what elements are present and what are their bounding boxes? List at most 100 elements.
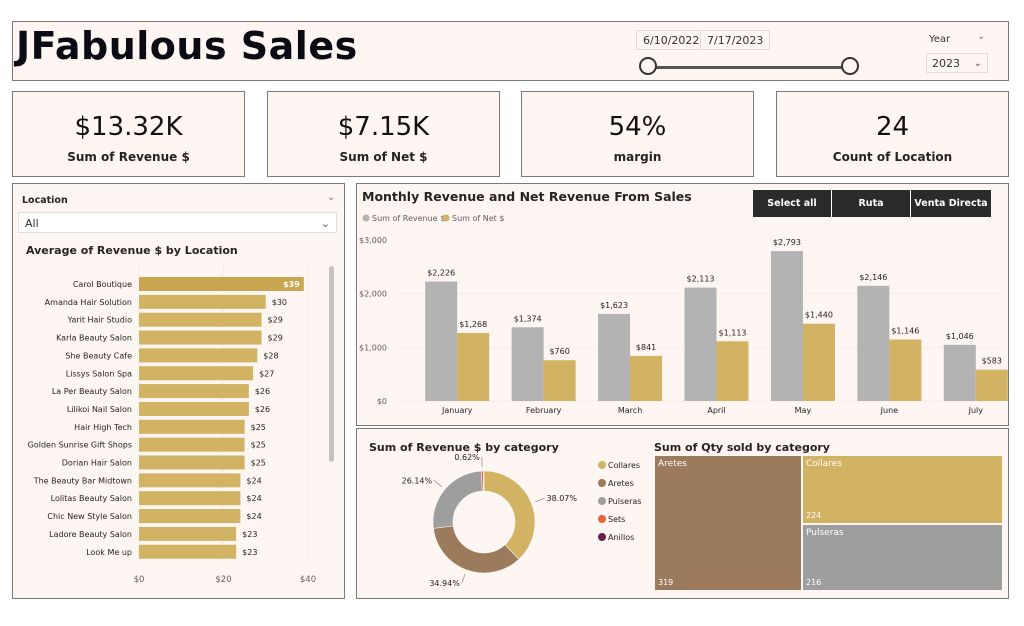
date-range-start-handle[interactable] — [639, 57, 657, 75]
bar — [139, 294, 266, 309]
data-label: $25 — [251, 441, 266, 450]
data-label: $2,226 — [427, 269, 455, 278]
bar — [139, 312, 262, 327]
bar — [543, 360, 576, 401]
category-label: Hair High Tech — [74, 423, 132, 432]
x-tick-label: $0 — [134, 575, 145, 585]
treemap-category-label: Collares — [806, 459, 843, 469]
treemap-value-label: 224 — [806, 511, 822, 520]
x-tick-label: $40 — [300, 575, 316, 585]
qty-treemap: Aretes 319 Collares 224 Pulseras 216 — [655, 456, 1002, 590]
bar — [139, 473, 241, 488]
donut-slice — [482, 470, 485, 492]
page-title: JFabulous Sales — [16, 24, 358, 68]
kpi-card-margin: 54% margin — [521, 91, 754, 177]
data-label-leader — [535, 497, 545, 503]
data-label: $23 — [242, 548, 257, 557]
bar — [630, 355, 663, 401]
date-range-end-handle[interactable] — [841, 57, 859, 75]
legend-marker — [442, 214, 450, 222]
legend-label: Sum of Net $ — [452, 214, 504, 223]
chevron-down-icon: ⌄ — [973, 58, 982, 69]
kpi-label: Sum of Revenue $ — [67, 150, 190, 164]
data-label: 26.14% — [402, 476, 433, 485]
location-dropdown-value: All — [25, 217, 39, 230]
data-label: $1,374 — [514, 314, 542, 323]
year-collapse-chevron-icon[interactable]: ⌄ — [977, 31, 985, 42]
bar — [139, 330, 262, 345]
legend-marker — [362, 214, 370, 222]
data-label: 0.62% — [454, 453, 480, 462]
location-collapse-chevron-icon[interactable]: ⌄ — [327, 192, 335, 203]
data-label: $29 — [268, 334, 283, 343]
bar — [770, 251, 803, 401]
category-label: Dorian Hair Salon — [62, 459, 132, 468]
date-range-slider-track[interactable] — [648, 66, 852, 69]
data-label: $760 — [549, 347, 569, 356]
bar — [975, 369, 1008, 401]
legend-label: Aretes — [608, 479, 634, 488]
y-tick-label: $2,000 — [359, 290, 387, 299]
data-label: $583 — [982, 357, 1002, 366]
kpi-card-net: $7.15K Sum of Net $ — [267, 91, 500, 177]
data-label: $25 — [251, 423, 266, 432]
category-label: Look Me up — [86, 548, 132, 557]
bar — [139, 455, 245, 470]
location-dropdown[interactable]: All ⌄ — [18, 212, 337, 233]
year-dropdown[interactable]: 2023 ⌄ — [926, 53, 988, 73]
y-tick-label: $1,000 — [359, 343, 387, 352]
data-label: $2,146 — [859, 273, 887, 282]
treemap-tile: Aretes 319 — [655, 456, 801, 590]
kpi-value: 54% — [608, 112, 667, 142]
category-donut-chart: 38.07% 34.94% 26.14% 0.62% Collares Aretes Pul… — [402, 453, 642, 588]
bar — [139, 509, 241, 524]
category-label: La Per Beauty Salon — [52, 387, 132, 396]
data-label: $1,623 — [600, 301, 628, 310]
kpi-label: Count of Location — [832, 150, 953, 164]
bar — [139, 491, 241, 506]
kpi-value: 24 — [875, 112, 910, 142]
x-tick-label: February — [526, 406, 562, 415]
treemap-value-label: 216 — [806, 578, 822, 587]
x-tick-label: July — [968, 406, 984, 415]
treemap-category-label: Pulseras — [806, 528, 844, 538]
x-tick-label: January — [441, 406, 473, 415]
category-label: Ladore Beauty Salon — [49, 530, 132, 539]
treemap-tile: Pulseras 216 — [803, 525, 1002, 590]
monthly-bar-chart: Sum of Revenue $ Sum of Net $ $0 $1,000 $2,0… — [359, 214, 1008, 415]
end-date-input[interactable]: 7/17/2023 — [700, 30, 771, 50]
monthly-chart-title: Monthly Revenue and Net Revenue From Sal… — [362, 189, 692, 204]
category-label: Yarit Hair Studio — [67, 316, 132, 325]
treemap-value-label: 319 — [658, 578, 674, 587]
kpi-card-location-count: 24 Count of Location — [776, 91, 1009, 177]
bar — [139, 366, 254, 381]
chevron-down-icon: ⌄ — [320, 217, 330, 230]
data-label: $1,046 — [946, 332, 974, 341]
data-label: $27 — [259, 369, 274, 378]
bar — [511, 327, 544, 401]
legend-label: Sum of Revenue $ — [372, 214, 445, 223]
data-label: 38.07% — [546, 494, 577, 503]
data-label: $24 — [246, 494, 261, 503]
category-label: The Beauty Bar Midtown — [33, 476, 132, 485]
legend-marker — [598, 497, 606, 505]
category-label: Lilikoi Nail Salon — [67, 405, 132, 414]
data-label: $2,113 — [687, 275, 715, 284]
data-label: $841 — [636, 343, 656, 352]
bar — [139, 419, 245, 434]
category-label: Amanda Hair Solution — [45, 298, 132, 307]
legend-marker — [598, 515, 606, 523]
legend-label: Pulseras — [608, 497, 641, 506]
category-label: Karla Beauty Salon — [56, 334, 132, 343]
chart-scrollbar[interactable] — [329, 266, 334, 462]
data-label: $25 — [251, 459, 266, 468]
bar — [139, 348, 258, 363]
bar — [802, 323, 835, 401]
treemap-title: Sum of Qty sold by category — [654, 441, 830, 454]
data-label: $30 — [272, 298, 287, 307]
data-label: $1,268 — [459, 320, 487, 329]
data-label: $26 — [255, 387, 270, 396]
bar — [857, 285, 890, 401]
year-dropdown-value: 2023 — [932, 57, 960, 70]
start-date-input[interactable]: 6/10/2022 — [636, 30, 707, 50]
